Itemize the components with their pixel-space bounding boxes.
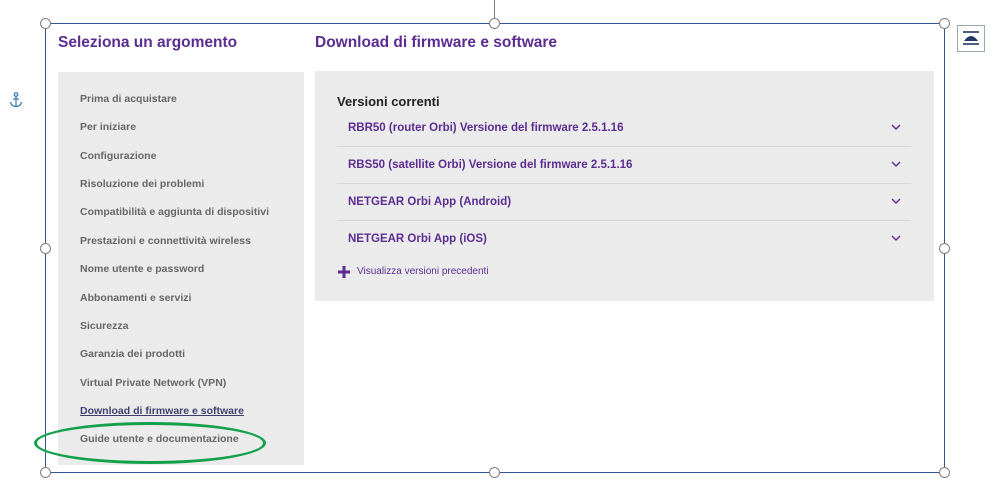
layout-options-icon — [963, 31, 979, 45]
show-previous-versions-label: Visualizza versioni precedenti — [357, 266, 489, 277]
sidebar-item-prima-di-acquistare[interactable]: Prima di acquistare — [80, 93, 177, 105]
accordion-item-rbr50[interactable]: RBR50 (router Orbi) Versione del firmwar… — [337, 110, 911, 147]
rotate-handle-line — [494, 0, 495, 18]
sidebar-item-configurazione[interactable]: Configurazione — [80, 150, 156, 162]
resize-handle-top-left[interactable] — [40, 18, 51, 29]
resize-handle-top-center[interactable] — [489, 18, 500, 29]
resize-handle-top-right[interactable] — [939, 18, 950, 29]
chevron-down-icon — [891, 235, 901, 241]
accordion-item-label: RBR50 (router Orbi) Versione del firmwar… — [348, 122, 624, 134]
section-title: Versioni correnti — [337, 94, 440, 109]
topic-sidebar: Prima di acquistare Per iniziare Configu… — [58, 72, 304, 465]
chevron-down-icon — [891, 198, 901, 204]
sidebar-heading: Seleziona un argomento — [58, 34, 238, 51]
sidebar-item-garanzia-prodotti[interactable]: Garanzia dei prodotti — [80, 348, 185, 360]
sidebar-item-compatibilita[interactable]: Compatibilità e aggiunta di dispositivi — [80, 206, 269, 218]
sidebar-item-risoluzione-problemi[interactable]: Risoluzione dei problemi — [80, 178, 204, 190]
accordion-item-label: RBS50 (satellite Orbi) Versione del firm… — [348, 159, 633, 171]
anchor-icon — [9, 92, 23, 108]
sidebar-item-nome-utente-password[interactable]: Nome utente e password — [80, 263, 204, 275]
layout-options-button[interactable] — [957, 25, 985, 52]
accordion-item-label: NETGEAR Orbi App (iOS) — [348, 233, 487, 245]
sidebar-item-prestazioni-wireless[interactable]: Prestazioni e connettività wireless — [80, 235, 251, 247]
sidebar-item-per-iniziare[interactable]: Per iniziare — [80, 121, 136, 133]
downloads-panel: Versioni correnti RBR50 (router Orbi) Ve… — [315, 71, 934, 301]
accordion-item-rbs50[interactable]: RBS50 (satellite Orbi) Versione del firm… — [337, 147, 911, 184]
page-title: Download di firmware e software — [315, 34, 558, 51]
sidebar-item-download-firmware[interactable]: Download di firmware e software — [80, 405, 244, 417]
accordion-item-orbi-app-android[interactable]: NETGEAR Orbi App (Android) — [337, 184, 911, 221]
resize-handle-middle-right[interactable] — [939, 243, 950, 254]
chevron-down-icon — [891, 124, 901, 130]
sidebar-item-vpn[interactable]: Virtual Private Network (VPN) — [80, 377, 226, 389]
sidebar-item-guide-utente[interactable]: Guide utente e documentazione — [80, 433, 239, 445]
accordion-item-label: NETGEAR Orbi App (Android) — [348, 196, 512, 208]
sidebar-item-sicurezza[interactable]: Sicurezza — [80, 320, 128, 332]
resize-handle-bottom-right[interactable] — [939, 467, 950, 478]
sidebar-item-abbonamenti-servizi[interactable]: Abbonamenti e servizi — [80, 292, 191, 304]
resize-handle-middle-left[interactable] — [40, 243, 51, 254]
resize-handle-bottom-center[interactable] — [489, 467, 500, 478]
resize-handle-bottom-left[interactable] — [40, 467, 51, 478]
chevron-down-icon — [891, 161, 901, 167]
accordion-item-orbi-app-ios[interactable]: NETGEAR Orbi App (iOS) — [337, 221, 911, 258]
plus-icon — [338, 266, 350, 278]
